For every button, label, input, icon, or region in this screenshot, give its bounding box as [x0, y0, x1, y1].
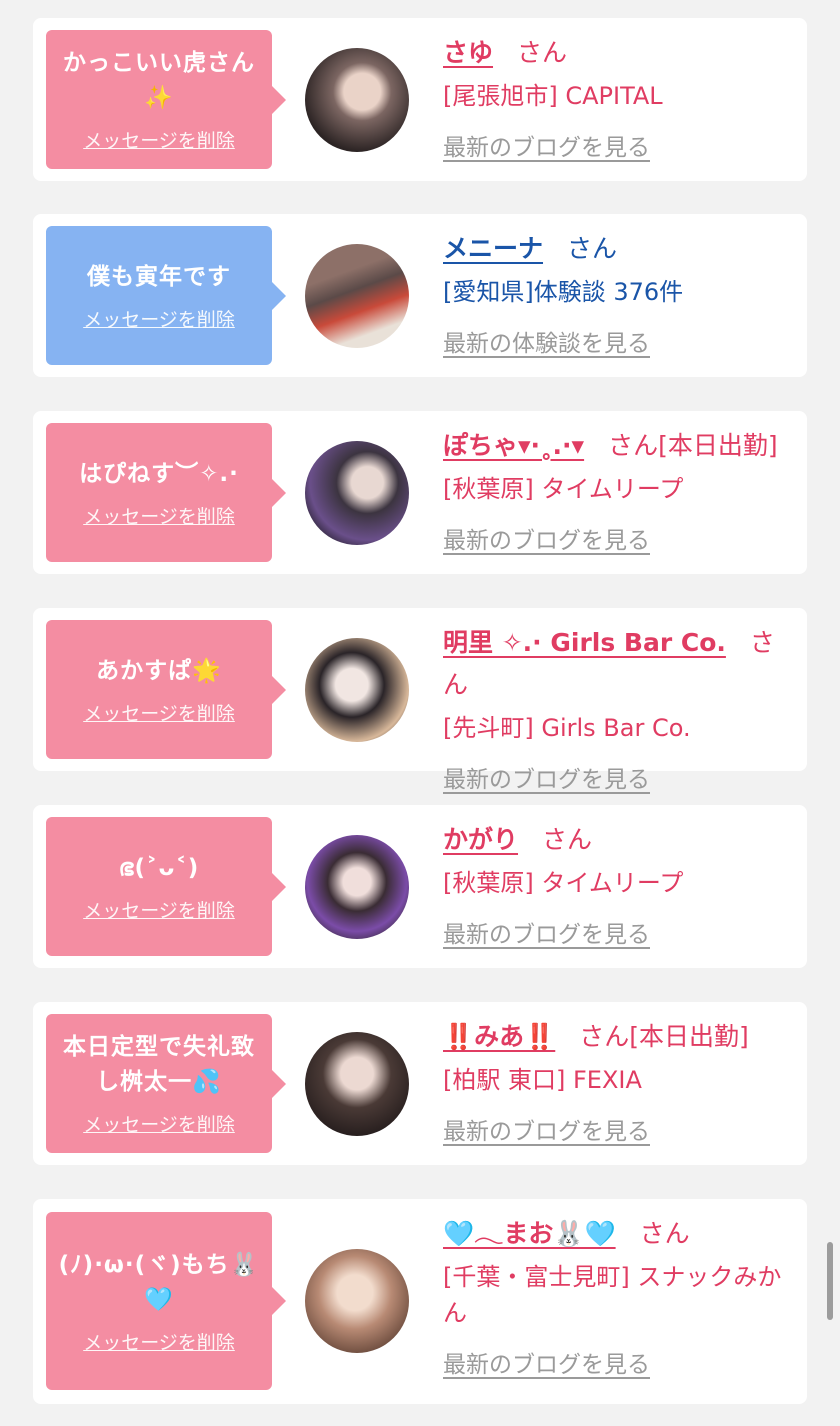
latest-post-link[interactable]: 最新の体験談を見る: [443, 324, 650, 358]
avatar[interactable]: [305, 1249, 409, 1353]
message-bubble: 僕も寅年です メッセージを削除: [46, 226, 272, 365]
cast-name-link[interactable]: さゆ: [443, 38, 493, 67]
favorite-card: ഭ(˃ᴗ˂) メッセージを削除 かがり さん [秋葉原] タイムリープ 最新のブロ…: [33, 805, 807, 968]
avatar[interactable]: [305, 244, 409, 348]
delete-message-link[interactable]: メッセージを削除: [83, 699, 235, 726]
honorific: さん: [639, 1219, 690, 1248]
delete-message-link[interactable]: メッセージを削除: [83, 896, 235, 923]
scrollbar-thumb[interactable]: [827, 1242, 833, 1320]
avatar[interactable]: [305, 638, 409, 742]
honorific: さん: [608, 431, 659, 460]
avatar[interactable]: [305, 48, 409, 152]
honorific: さん: [542, 825, 593, 854]
shop-label: [尾張旭市] CAPITAL: [443, 82, 663, 110]
favorite-card: あかすぱ🌟 メッセージを削除 明里 ✧.· Girls Bar Co. さん [先…: [33, 608, 807, 793]
message-bubble: かっこいい虎さん✨ メッセージを削除: [46, 30, 272, 169]
cast-name-link[interactable]: かがり: [443, 825, 518, 854]
message-bubble: はぴねす︶✧.· メッセージを削除: [46, 423, 272, 562]
cast-name-link[interactable]: ぽちゃ▾·˳.·▾: [443, 431, 584, 460]
avatar[interactable]: [305, 835, 409, 939]
message-text: 僕も寅年です: [87, 263, 231, 290]
message-text: かっこいい虎さん✨: [63, 50, 255, 111]
delete-message-link[interactable]: メッセージを削除: [83, 305, 235, 332]
favorite-card: かっこいい虎さん✨ メッセージを削除 さゆ さん [尾張旭市] CAPITAL 最…: [33, 18, 807, 181]
cast-name-link[interactable]: ‼️みあ‼️: [443, 1022, 555, 1051]
honorific: さん: [567, 234, 618, 263]
message-bubble: あかすぱ🌟 メッセージを削除: [46, 620, 272, 759]
favorite-card: はぴねす︶✧.· メッセージを削除 ぽちゃ▾·˳.·▾ さん[本日出勤] [秋葉原…: [33, 411, 807, 574]
delete-message-link[interactable]: メッセージを削除: [83, 502, 235, 529]
delete-message-link[interactable]: メッセージを削除: [83, 1328, 235, 1355]
shop-label: [愛知県]体験談 376件: [443, 278, 684, 306]
shop-label: [千葉・富士見町] スナックみかん: [443, 1263, 782, 1327]
avatar[interactable]: [305, 1032, 409, 1136]
reviewer-name-link[interactable]: メニーナ: [443, 234, 543, 263]
shop-label: [秋葉原] タイムリープ: [443, 475, 684, 503]
latest-post-link[interactable]: 最新のブログを見る: [443, 760, 650, 794]
status-label: [本日出勤]: [658, 431, 778, 460]
shop-label: [先斗町] Girls Bar Co.: [443, 714, 691, 742]
message-text: (ﾉ)·ω·(ヾ)もち🐰🩵: [58, 1251, 260, 1313]
latest-post-link[interactable]: 最新のブログを見る: [443, 1112, 650, 1146]
shop-label: [柏駅 東口] FEXIA: [443, 1066, 642, 1094]
latest-post-link[interactable]: 最新のブログを見る: [443, 1345, 650, 1379]
message-text: はぴねす︶✧.·: [79, 460, 239, 487]
favorite-card: (ﾉ)·ω·(ヾ)もち🐰🩵 メッセージを削除 🩵𓂃まお🐰🩵 さん [千葉・富士見町…: [33, 1199, 807, 1404]
delete-message-link[interactable]: メッセージを削除: [83, 1110, 235, 1137]
cast-name-link[interactable]: 🩵𓂃まお🐰🩵: [443, 1219, 616, 1248]
shop-label: [秋葉原] タイムリープ: [443, 869, 684, 897]
honorific: さん: [579, 1022, 630, 1051]
message-text: ഭ(˃ᴗ˂): [118, 854, 200, 881]
message-text: あかすぱ🌟: [96, 657, 222, 684]
latest-post-link[interactable]: 最新のブログを見る: [443, 915, 650, 949]
message-bubble: (ﾉ)·ω·(ヾ)もち🐰🩵 メッセージを削除: [46, 1212, 272, 1390]
honorific: さん: [517, 38, 568, 67]
delete-message-link[interactable]: メッセージを削除: [83, 126, 235, 153]
message-bubble: 本日定型で失礼致し桝太一💦 メッセージを削除: [46, 1014, 272, 1153]
status-label: [本日出勤]: [629, 1022, 749, 1051]
avatar[interactable]: [305, 441, 409, 545]
favorite-card: 本日定型で失礼致し桝太一💦 メッセージを削除 ‼️みあ‼️ さん[本日出勤] [柏…: [33, 1002, 807, 1165]
message-bubble: ഭ(˃ᴗ˂) メッセージを削除: [46, 817, 272, 956]
message-text: 本日定型で失礼致し桝太一💦: [63, 1034, 255, 1095]
latest-post-link[interactable]: 最新のブログを見る: [443, 128, 650, 162]
latest-post-link[interactable]: 最新のブログを見る: [443, 521, 650, 555]
favorite-card: 僕も寅年です メッセージを削除 メニーナ さん [愛知県]体験談 376件 最新の…: [33, 214, 807, 377]
cast-name-link[interactable]: 明里 ✧.· Girls Bar Co.: [443, 628, 726, 657]
